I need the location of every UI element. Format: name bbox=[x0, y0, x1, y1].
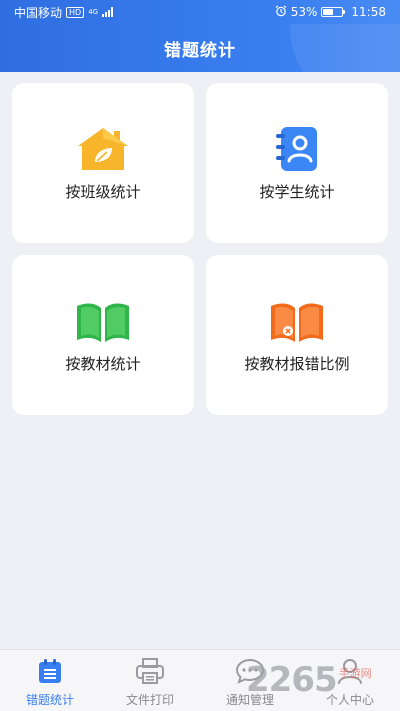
card-label: 按学生统计 bbox=[259, 183, 335, 201]
bottom-tab-bar: 错题统计 文件打印 通知管理 个人中心 bbox=[0, 649, 400, 711]
signal-icon bbox=[102, 7, 114, 17]
carrier-label: 中国移动 bbox=[14, 5, 63, 20]
tab-label: 个人中心 bbox=[325, 693, 374, 707]
chat-bubble-icon bbox=[235, 656, 265, 686]
printer-icon bbox=[135, 656, 165, 686]
open-book-icon bbox=[73, 297, 133, 345]
status-bar: 中国移动 HD 4G 53% 11:58 bbox=[0, 0, 400, 24]
card-student-stats[interactable]: 按学生统计 bbox=[206, 83, 388, 243]
card-textbook-stats[interactable]: 按教材统计 bbox=[12, 255, 194, 415]
card-label: 按教材统计 bbox=[65, 355, 141, 373]
alarm-icon bbox=[275, 5, 287, 20]
tab-label: 错题统计 bbox=[25, 693, 74, 707]
contact-book-icon bbox=[267, 125, 327, 173]
card-label: 按教材报错比例 bbox=[244, 355, 350, 373]
open-book-error-icon bbox=[267, 297, 327, 345]
tab-label: 文件打印 bbox=[125, 693, 174, 707]
card-class-stats[interactable]: 按班级统计 bbox=[12, 83, 194, 243]
battery-icon bbox=[321, 7, 346, 17]
tab-error-stats[interactable]: 错题统计 bbox=[0, 650, 100, 711]
tab-file-print[interactable]: 文件打印 bbox=[100, 650, 200, 711]
network-badge: 4G bbox=[88, 8, 99, 16]
card-label: 按班级统计 bbox=[65, 183, 141, 201]
house-leaf-icon bbox=[73, 125, 133, 173]
status-right: 53% 11:58 bbox=[275, 5, 386, 20]
card-textbook-error-ratio[interactable]: 按教材报错比例 bbox=[206, 255, 388, 415]
calendar-list-icon bbox=[35, 656, 65, 686]
battery-percent: 53% bbox=[290, 5, 318, 19]
tab-notice-manage[interactable]: 通知管理 bbox=[200, 650, 300, 711]
page-title: 错题统计 bbox=[164, 40, 236, 61]
status-left: 中国移动 HD 4G bbox=[14, 4, 114, 21]
app-header: 错题统计 bbox=[0, 24, 400, 72]
tab-profile[interactable]: 个人中心 bbox=[300, 650, 400, 711]
person-icon bbox=[335, 656, 365, 686]
clock-time: 11:58 bbox=[351, 5, 386, 19]
hd-badge: HD bbox=[66, 6, 85, 18]
tab-label: 通知管理 bbox=[225, 693, 274, 707]
